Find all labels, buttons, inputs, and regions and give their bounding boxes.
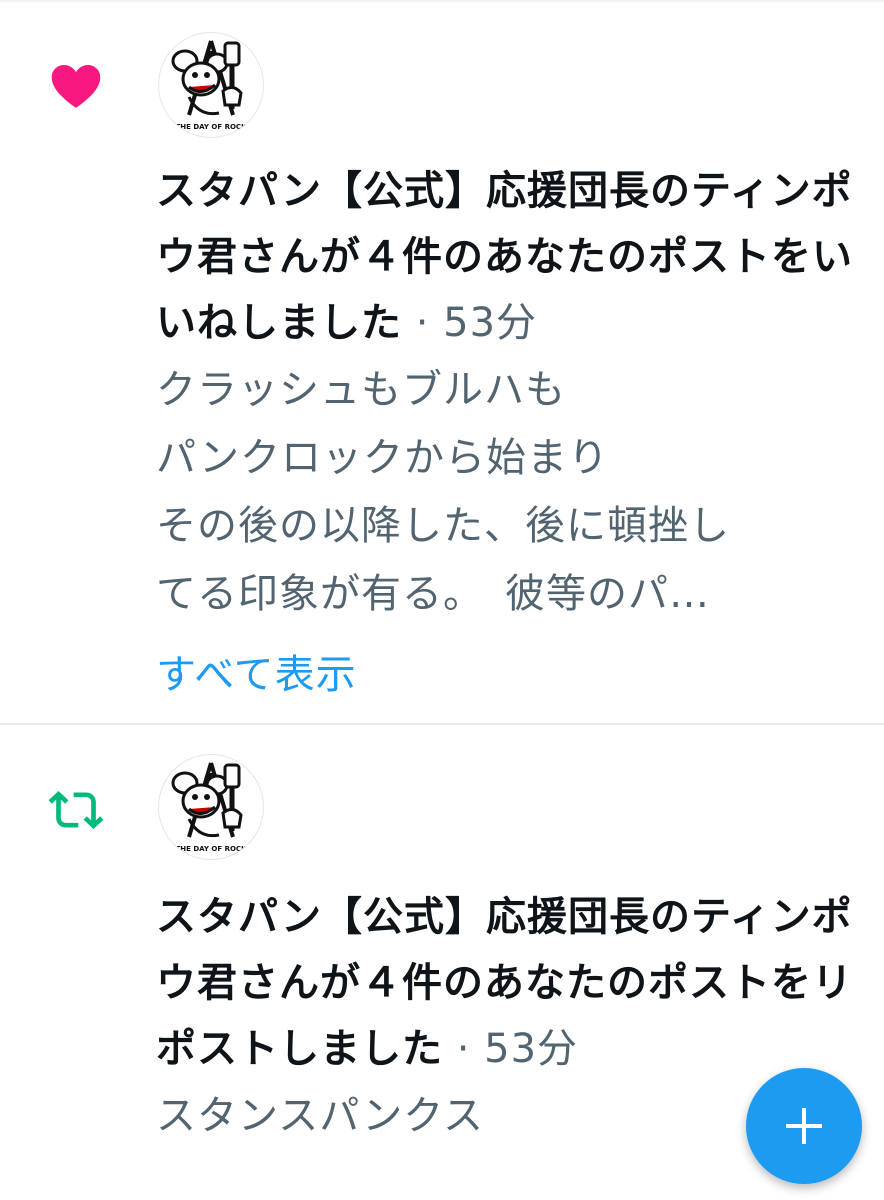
notification-headline: スタパン【公式】応援団長のティンポウ君さんが４件のあなたのポストをリポストしまし… [156,884,856,1082]
heart-icon [48,58,104,114]
notification-divider [0,723,884,725]
show-all-link[interactable]: すべて表示 [156,642,357,708]
avatar[interactable]: THE DAY OF ROCK [158,32,264,138]
compose-button[interactable] [746,1068,862,1184]
notifications-screen: THE DAY OF ROCK スタパン【公式】応援団長のティンポウ君さんが４件… [0,0,884,1200]
timestamp-value: 53分 [443,300,538,346]
notification-headline: スタパン【公式】応援団長のティンポウ君さんが４件のあなたのポストをいいねしました… [156,158,856,356]
repost-icon [48,782,104,838]
timestamp-value: 53分 [484,1026,579,1072]
timestamp: · 53分 [402,300,538,346]
post-text-line: クラッシュもブルハも [156,367,566,413]
post-text-line: パンクロックから始まり [156,435,609,481]
post-text-line: てる印象が有る。 彼等のパ… [156,571,710,617]
post-text-line: その後の以降した、後に頓挫し [156,503,730,549]
plus-icon [786,1108,822,1144]
avatar-caption: THE DAY OF ROCK [176,123,248,131]
avatar-caption: THE DAY OF ROCK [176,845,248,853]
notification-content: スタパン【公式】応援団長のティンポウ君さんが４件のあなたのポストをいいねしました… [156,158,856,708]
timestamp: · 53分 [443,1026,579,1072]
notification-like[interactable]: THE DAY OF ROCK スタパン【公式】応援団長のティンポウ君さんが４件… [0,0,884,724]
avatar[interactable]: THE DAY OF ROCK [158,754,264,860]
